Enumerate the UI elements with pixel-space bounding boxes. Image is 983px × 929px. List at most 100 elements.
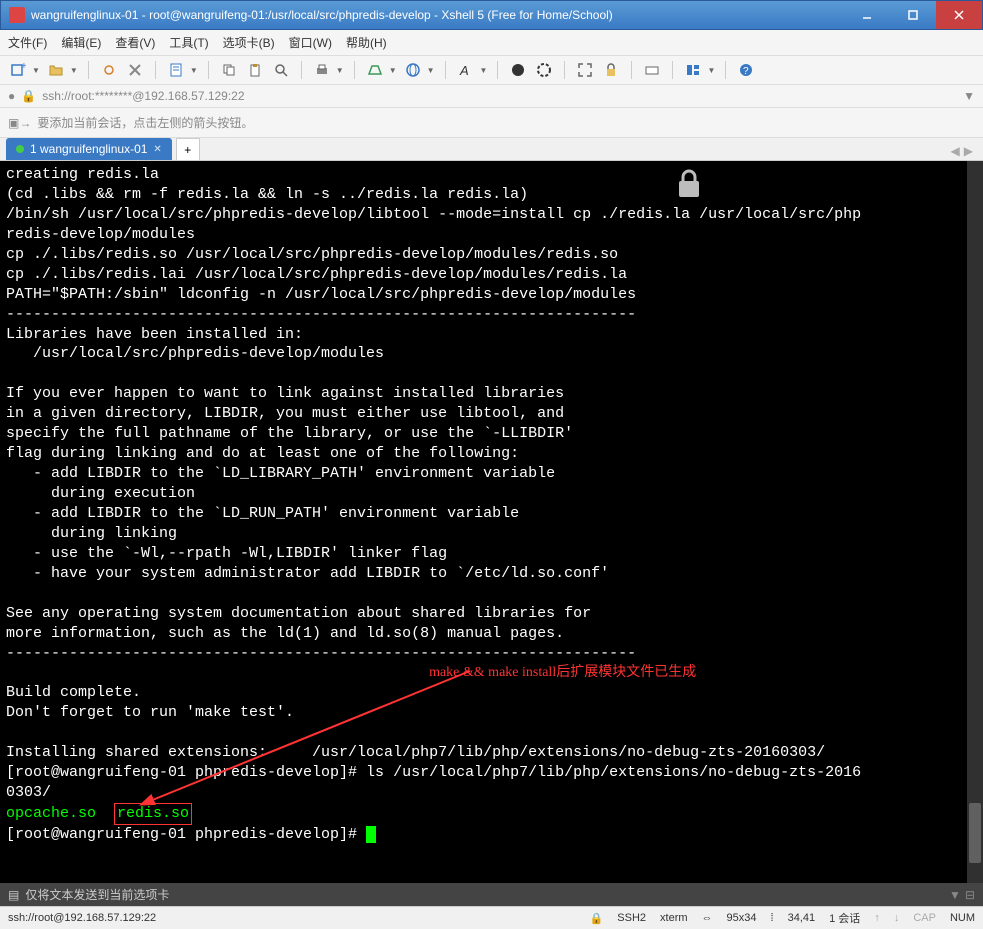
- print-dropdown[interactable]: ▼: [336, 66, 344, 75]
- terminal-line: redis-develop/modules: [6, 225, 977, 245]
- menu-window[interactable]: 窗口(W): [289, 34, 332, 51]
- statusbar: ssh://root@192.168.57.129:22 🔒 SSH2 xter…: [0, 906, 983, 929]
- terminal[interactable]: creating redis.la(cd .libs && rm -f redi…: [0, 161, 983, 883]
- address-input[interactable]: [42, 89, 957, 103]
- print-icon[interactable]: [312, 60, 332, 80]
- tab-label: 1 wangruifenglinux-01: [30, 142, 147, 156]
- terminal-line: See any operating system documentation a…: [6, 604, 977, 624]
- quickbar-expand-icon[interactable]: ⊟: [965, 888, 975, 902]
- svg-text:?: ?: [743, 66, 749, 77]
- terminal-line: - add LIBDIR to the `LD_RUN_PATH' enviro…: [6, 504, 977, 524]
- status-cap: CAP: [913, 912, 936, 924]
- find-icon[interactable]: [271, 60, 291, 80]
- status-connection: ssh://root@192.168.57.129:22: [8, 912, 156, 924]
- terminal-line: cp ./.libs/redis.lai /usr/local/src/phpr…: [6, 265, 977, 285]
- keyboard-icon[interactable]: [642, 60, 662, 80]
- properties-dropdown[interactable]: ▼: [190, 66, 198, 75]
- globe-dropdown[interactable]: ▼: [427, 66, 435, 75]
- maximize-button[interactable]: [890, 1, 936, 29]
- xftp-icon[interactable]: [365, 60, 385, 80]
- address-dropdown-icon[interactable]: ▼: [963, 89, 975, 103]
- status-cursor-icon: ⁞: [771, 912, 774, 924]
- new-session-icon[interactable]: +: [8, 60, 28, 80]
- reconnect-icon[interactable]: [99, 60, 119, 80]
- properties-icon[interactable]: [166, 60, 186, 80]
- copy-icon[interactable]: [219, 60, 239, 80]
- terminal-line: during linking: [6, 524, 977, 544]
- help-icon[interactable]: ?: [736, 60, 756, 80]
- terminal-blank: [6, 584, 977, 604]
- fullscreen-icon[interactable]: [575, 60, 595, 80]
- menu-tabs[interactable]: 选项卡(B): [223, 34, 275, 51]
- toolbar: + ▼ ▼ ▼ ▼ ▼ ▼ A ▼ ▼ ?: [0, 56, 983, 85]
- menubar: 文件(F) 编辑(E) 查看(V) 工具(T) 选项卡(B) 窗口(W) 帮助(…: [0, 30, 983, 56]
- tab-session-1[interactable]: 1 wangruifenglinux-01 ✕: [6, 138, 172, 160]
- menu-tools[interactable]: 工具(T): [169, 34, 208, 51]
- quick-command-bar: ▤ 仅将文本发送到当前选项卡 ▼ ⊟: [0, 883, 983, 906]
- tab-add-button[interactable]: +: [176, 138, 200, 160]
- highlighted-output: redis.so: [114, 803, 192, 825]
- tipbar: ▣→ 要添加当前会话，点击左侧的箭头按钮。: [0, 108, 983, 138]
- output-opcache: opcache.so: [6, 805, 96, 822]
- open-icon[interactable]: [46, 60, 66, 80]
- color-scheme-icon[interactable]: [508, 60, 528, 80]
- menu-file[interactable]: 文件(F): [8, 34, 47, 51]
- lock-icon[interactable]: [601, 60, 621, 80]
- close-button[interactable]: [936, 1, 982, 29]
- status-ssh: SSH2: [617, 912, 646, 924]
- svg-text:+: +: [21, 62, 26, 72]
- tab-close-icon[interactable]: ✕: [153, 144, 161, 155]
- menu-edit[interactable]: 编辑(E): [61, 34, 101, 51]
- terminal-line: flag during linking and do at least one …: [6, 444, 977, 464]
- tab-next-icon[interactable]: ▶: [964, 144, 973, 158]
- status-term: xterm: [660, 912, 688, 924]
- bullet-icon: ●: [8, 89, 15, 103]
- tip-text: 要添加当前会话，点击左侧的箭头按钮。: [37, 114, 253, 131]
- add-session-icon[interactable]: ▣→: [8, 116, 31, 130]
- terminal-line: ----------------------------------------…: [6, 644, 977, 664]
- send-target-text: 仅将文本发送到当前选项卡: [25, 886, 169, 903]
- output-redis: redis.so: [117, 805, 189, 822]
- lock-small-icon: 🔒: [21, 89, 36, 103]
- scrollbar[interactable]: [967, 161, 983, 883]
- scroll-thumb[interactable]: [969, 803, 981, 863]
- window-titlebar: wangruifenglinux-01 - root@wangruifeng-0…: [0, 0, 983, 30]
- terminal-line: creating redis.la: [6, 165, 977, 185]
- layout-dropdown[interactable]: ▼: [707, 66, 715, 75]
- status-sessions: 1 会话: [829, 910, 860, 926]
- tab-prev-icon[interactable]: ◀: [951, 144, 960, 158]
- terminal-line: Libraries have been installed in:: [6, 325, 977, 345]
- terminal-line: /bin/sh /usr/local/src/phpredis-develop/…: [6, 205, 977, 225]
- terminal-line: If you ever happen to want to link again…: [6, 384, 977, 404]
- terminal-line: (cd .libs && rm -f redis.la && ln -s ../…: [6, 185, 977, 205]
- terminal-prompt-line: [root@wangruifeng-01 phpredis-develop]#: [6, 825, 977, 845]
- status-up-icon[interactable]: ↑: [874, 912, 880, 924]
- terminal-line: specify the full pathname of the library…: [6, 424, 977, 444]
- font-icon[interactable]: A: [456, 60, 476, 80]
- terminal-line: Installing shared extensions: /usr/local…: [6, 743, 977, 763]
- terminal-line: [root@wangruifeng-01 phpredis-develop]# …: [6, 763, 977, 783]
- new-session-dropdown[interactable]: ▼: [32, 66, 40, 75]
- xftp-dropdown[interactable]: ▼: [389, 66, 397, 75]
- status-down-icon[interactable]: ↓: [894, 912, 900, 924]
- terminal-line: in a given directory, LIBDIR, you must e…: [6, 404, 977, 424]
- disconnect-icon[interactable]: [125, 60, 145, 80]
- quickbar-dropdown-icon[interactable]: ▼: [949, 888, 961, 902]
- open-dropdown[interactable]: ▼: [70, 66, 78, 75]
- terminal-line: /usr/local/src/phpredis-develop/modules: [6, 344, 977, 364]
- status-size: 95x34: [727, 912, 757, 924]
- menu-help[interactable]: 帮助(H): [346, 34, 387, 51]
- menu-view[interactable]: 查看(V): [115, 34, 155, 51]
- minimize-button[interactable]: [844, 1, 890, 29]
- tab-nav: ◀ ▶: [947, 142, 977, 160]
- terminal-line: - use the `-Wl,--rpath -Wl,LIBDIR' linke…: [6, 544, 977, 564]
- globe-icon[interactable]: [403, 60, 423, 80]
- highlight-icon[interactable]: [534, 60, 554, 80]
- status-size-icon: ⇔: [702, 912, 713, 924]
- terminal-line: 0303/: [6, 783, 977, 803]
- paste-icon[interactable]: [245, 60, 265, 80]
- font-dropdown[interactable]: ▼: [480, 66, 488, 75]
- send-target-icon[interactable]: ▤: [8, 888, 19, 902]
- layout-icon[interactable]: [683, 60, 703, 80]
- connection-status-icon: [16, 145, 24, 153]
